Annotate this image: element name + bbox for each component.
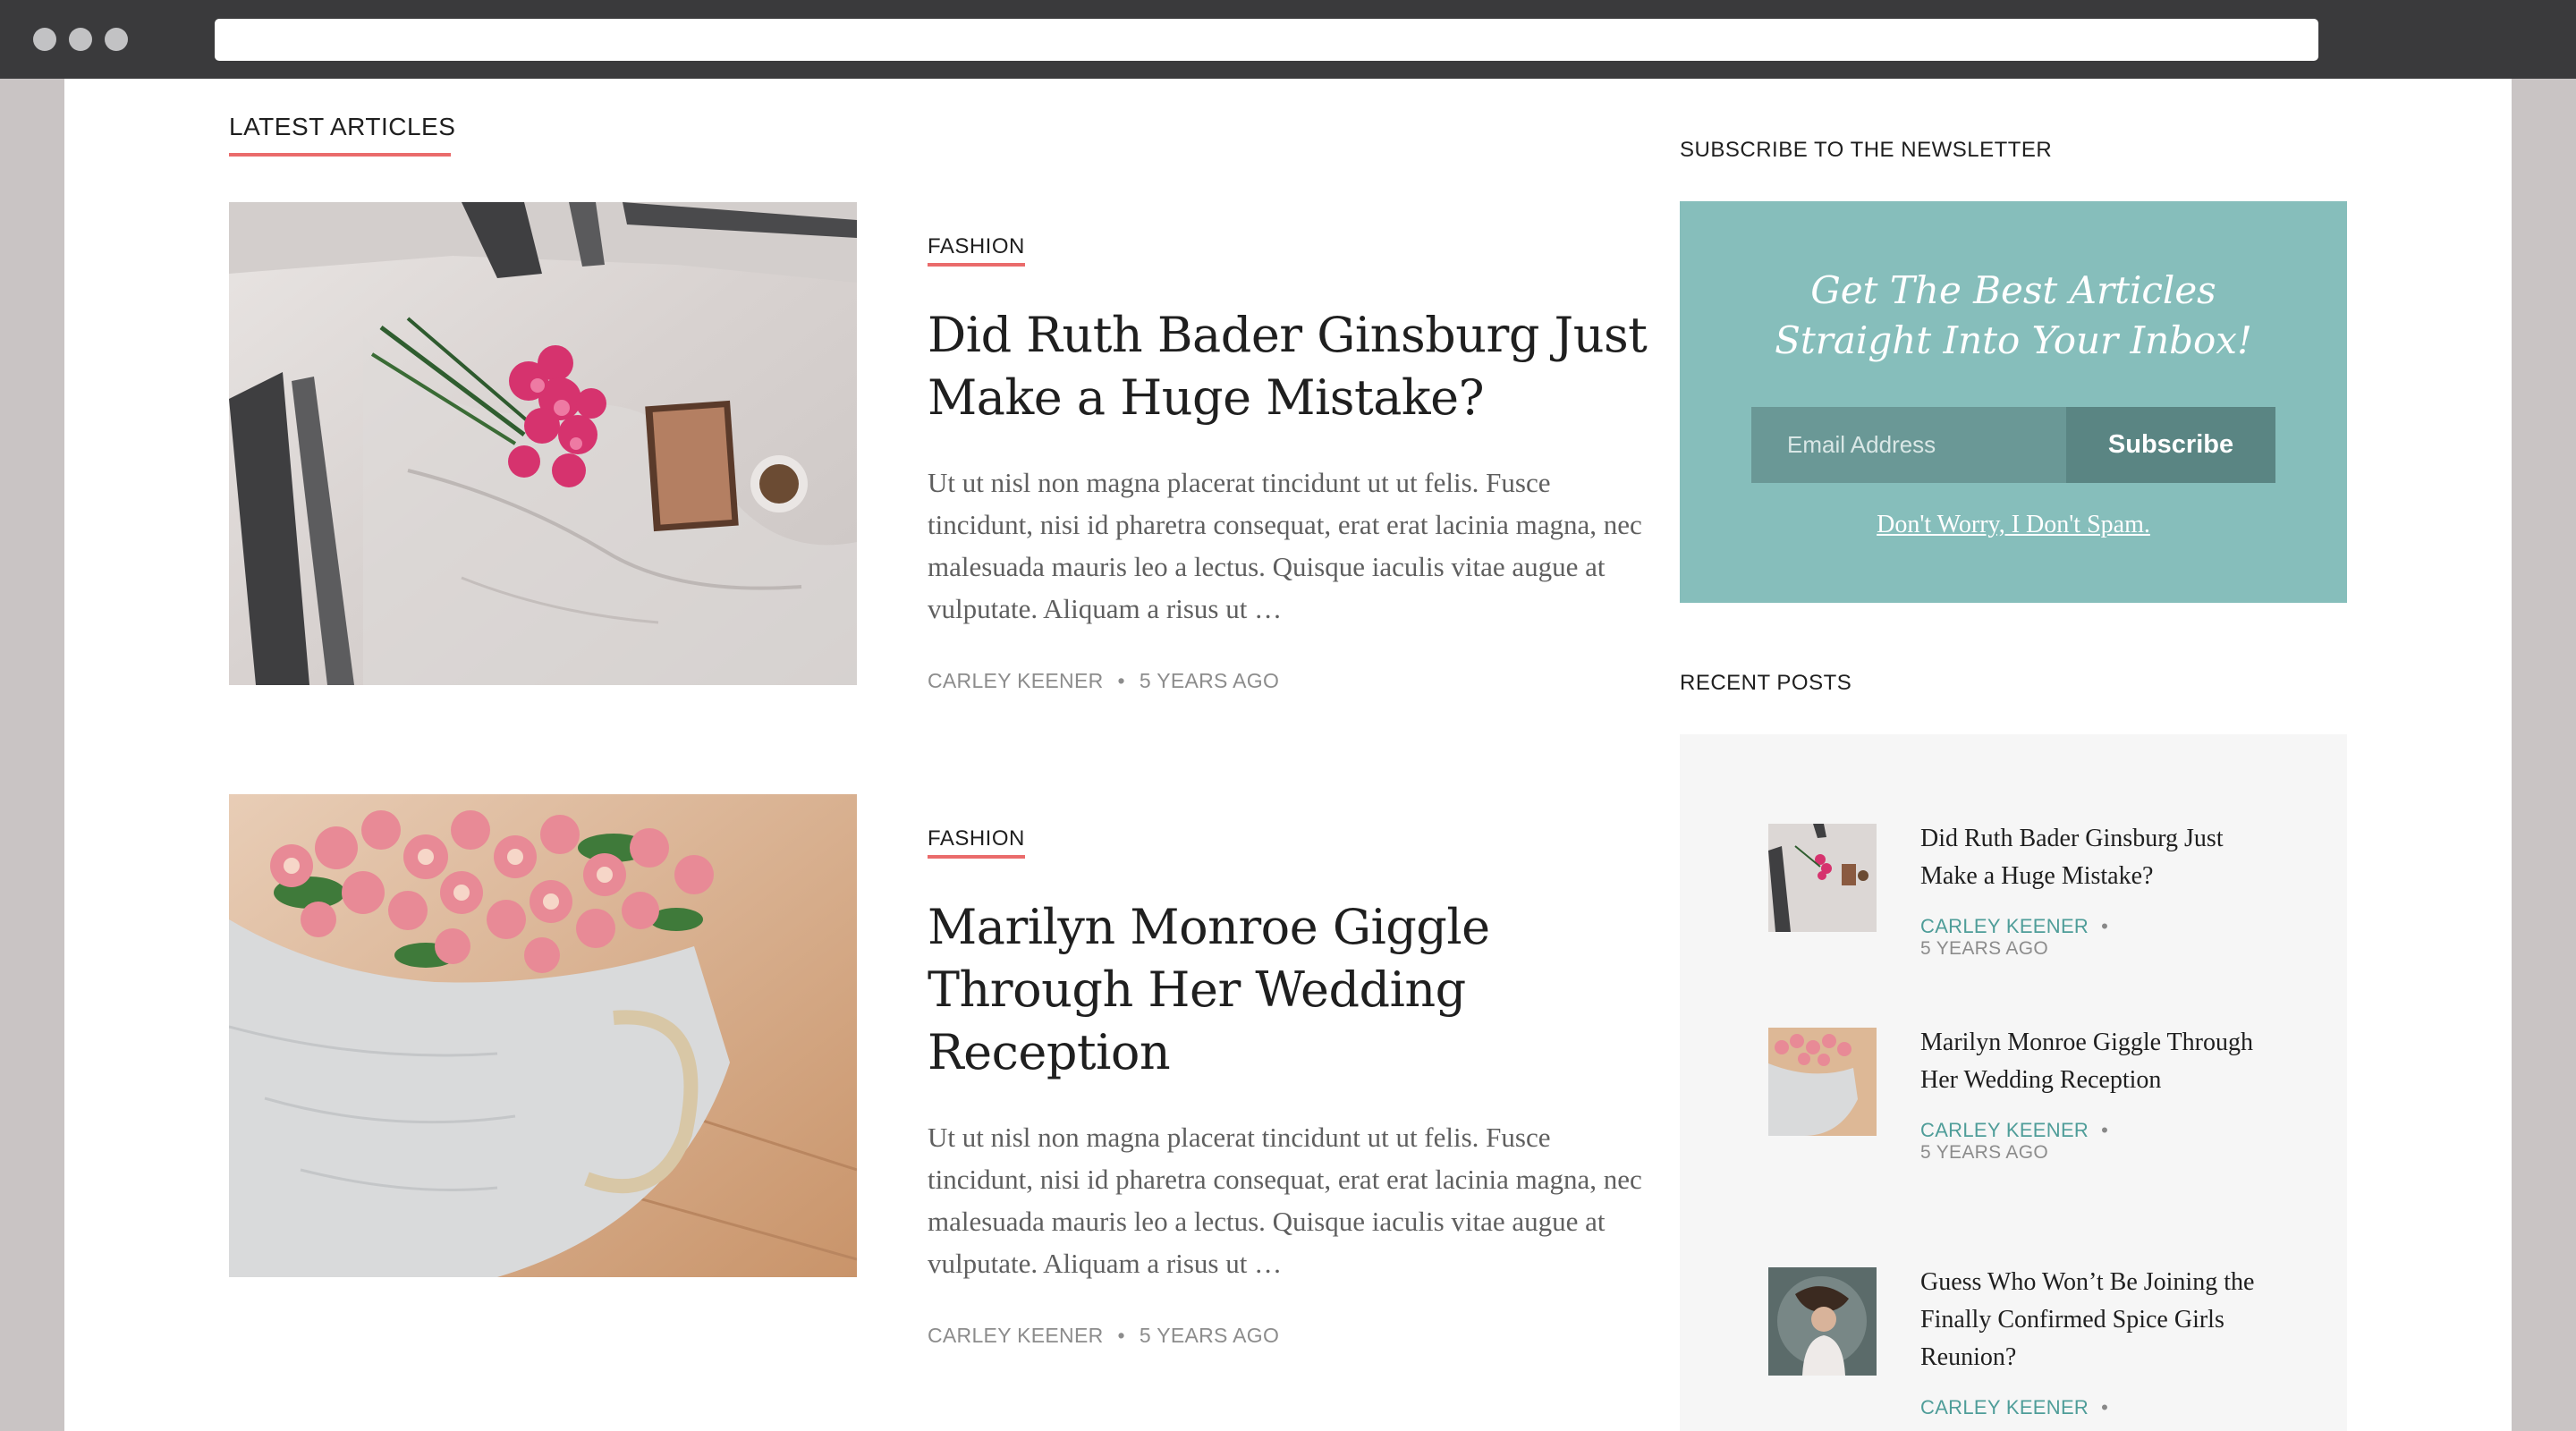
- author-link[interactable]: CARLEY KEENER: [1920, 1396, 2089, 1418]
- post-time: 5 YEARS AGO: [1139, 1324, 1280, 1347]
- category-link[interactable]: FASHION: [928, 234, 1025, 267]
- browser-toolbar: [0, 0, 2576, 79]
- article-body: FASHION Did Ruth Bader Ginsburg Just Mak…: [928, 202, 1661, 693]
- author-link[interactable]: CARLEY KEENER: [1920, 1119, 2089, 1141]
- meta-separator: •: [1117, 669, 1125, 692]
- newsletter-title: Get The Best Articles Straight Into Your…: [1680, 266, 2347, 366]
- window-minimize-dot[interactable]: [69, 28, 92, 51]
- window-maximize-dot[interactable]: [105, 28, 128, 51]
- recent-post-thumbnail[interactable]: [1768, 1267, 1877, 1376]
- recent-post-title-link[interactable]: Did Ruth Bader Ginsburg Just Make a Huge…: [1920, 820, 2278, 895]
- category-link[interactable]: FASHION: [928, 826, 1025, 859]
- recent-posts-panel: Did Ruth Bader Ginsburg Just Make a Huge…: [1680, 734, 2347, 1431]
- article-excerpt: Ut ut nisl non magna placerat tincidunt …: [928, 1122, 1642, 1279]
- recent-post-meta: CARLEY KEENER •: [1920, 1396, 2278, 1419]
- article-card: FASHION Did Ruth Bader Ginsburg Just Mak…: [229, 202, 1714, 692]
- no-spam-link[interactable]: Don't Worry, I Don't Spam.: [1680, 511, 2347, 539]
- article-meta: CARLEY KEENER • 5 YEARS AGO: [928, 669, 1661, 693]
- recent-post-thumbnail[interactable]: [1768, 1028, 1877, 1136]
- recent-posts-heading: RECENT POSTS: [1680, 671, 1852, 695]
- newsletter-box: Get The Best Articles Straight Into Your…: [1680, 201, 2347, 603]
- meta-separator: •: [2101, 1396, 2109, 1418]
- newsletter-title-line: Straight Into Your Inbox!: [1775, 318, 2252, 362]
- recent-post-title-link[interactable]: Marilyn Monroe Giggle Through Her Weddin…: [1920, 1024, 2278, 1099]
- heading-underline: [229, 153, 451, 157]
- author-link[interactable]: CARLEY KEENER: [928, 1324, 1104, 1347]
- article-title-link[interactable]: Did Ruth Bader Ginsburg Just Make a Huge…: [928, 304, 1661, 429]
- email-field[interactable]: [1751, 407, 2066, 483]
- article-card: FASHION Marilyn Monroe Giggle Through He…: [229, 794, 1714, 1347]
- meta-separator: •: [2101, 1119, 2109, 1141]
- author-link[interactable]: CARLEY KEENER: [928, 669, 1104, 692]
- newsletter-title-line: Get The Best Articles: [1810, 268, 2216, 312]
- article-meta: CARLEY KEENER • 5 YEARS AGO: [928, 1324, 1661, 1348]
- window-close-dot[interactable]: [33, 28, 56, 51]
- recent-post-text: Did Ruth Bader Ginsburg Just Make a Huge…: [1920, 820, 2278, 960]
- page-content: LATEST ARTICLES FASHION Did Ruth Bader G…: [64, 79, 2512, 1431]
- recent-post-text: Marilyn Monroe Giggle Through Her Weddin…: [1920, 1024, 2278, 1164]
- address-bar[interactable]: [215, 19, 2318, 61]
- meta-separator: •: [1117, 1324, 1125, 1347]
- subscribe-button[interactable]: Subscribe: [2066, 407, 2275, 483]
- recent-post-meta: CARLEY KEENER •: [1920, 1119, 2278, 1142]
- meta-separator: •: [2101, 915, 2109, 937]
- post-time: 5 YEARS AGO: [1139, 669, 1280, 692]
- recent-post-text: Guess Who Won’t Be Joining the Finally C…: [1920, 1264, 2278, 1419]
- recent-post-thumbnail[interactable]: [1768, 824, 1877, 932]
- article-body: FASHION Marilyn Monroe Giggle Through He…: [928, 794, 1661, 1348]
- latest-articles-heading: LATEST ARTICLES: [229, 113, 456, 140]
- recent-post-title-link[interactable]: Guess Who Won’t Be Joining the Finally C…: [1920, 1264, 2278, 1376]
- article-image-flowers-on-bed[interactable]: [229, 202, 857, 685]
- post-time: 5 YEARS AGO: [1920, 1142, 2048, 1163]
- subscribe-heading: SUBSCRIBE TO THE NEWSLETTER: [1680, 138, 2053, 162]
- article-excerpt: Ut ut nisl non magna placerat tincidunt …: [928, 467, 1642, 624]
- article-title-link[interactable]: Marilyn Monroe Giggle Through Her Weddin…: [928, 896, 1661, 1084]
- recent-post-meta: CARLEY KEENER •: [1920, 915, 2278, 938]
- post-time: 5 YEARS AGO: [1920, 938, 2048, 959]
- author-link[interactable]: CARLEY KEENER: [1920, 915, 2089, 937]
- article-image-roses-basket[interactable]: [229, 794, 857, 1277]
- newsletter-form: Subscribe: [1751, 407, 2275, 483]
